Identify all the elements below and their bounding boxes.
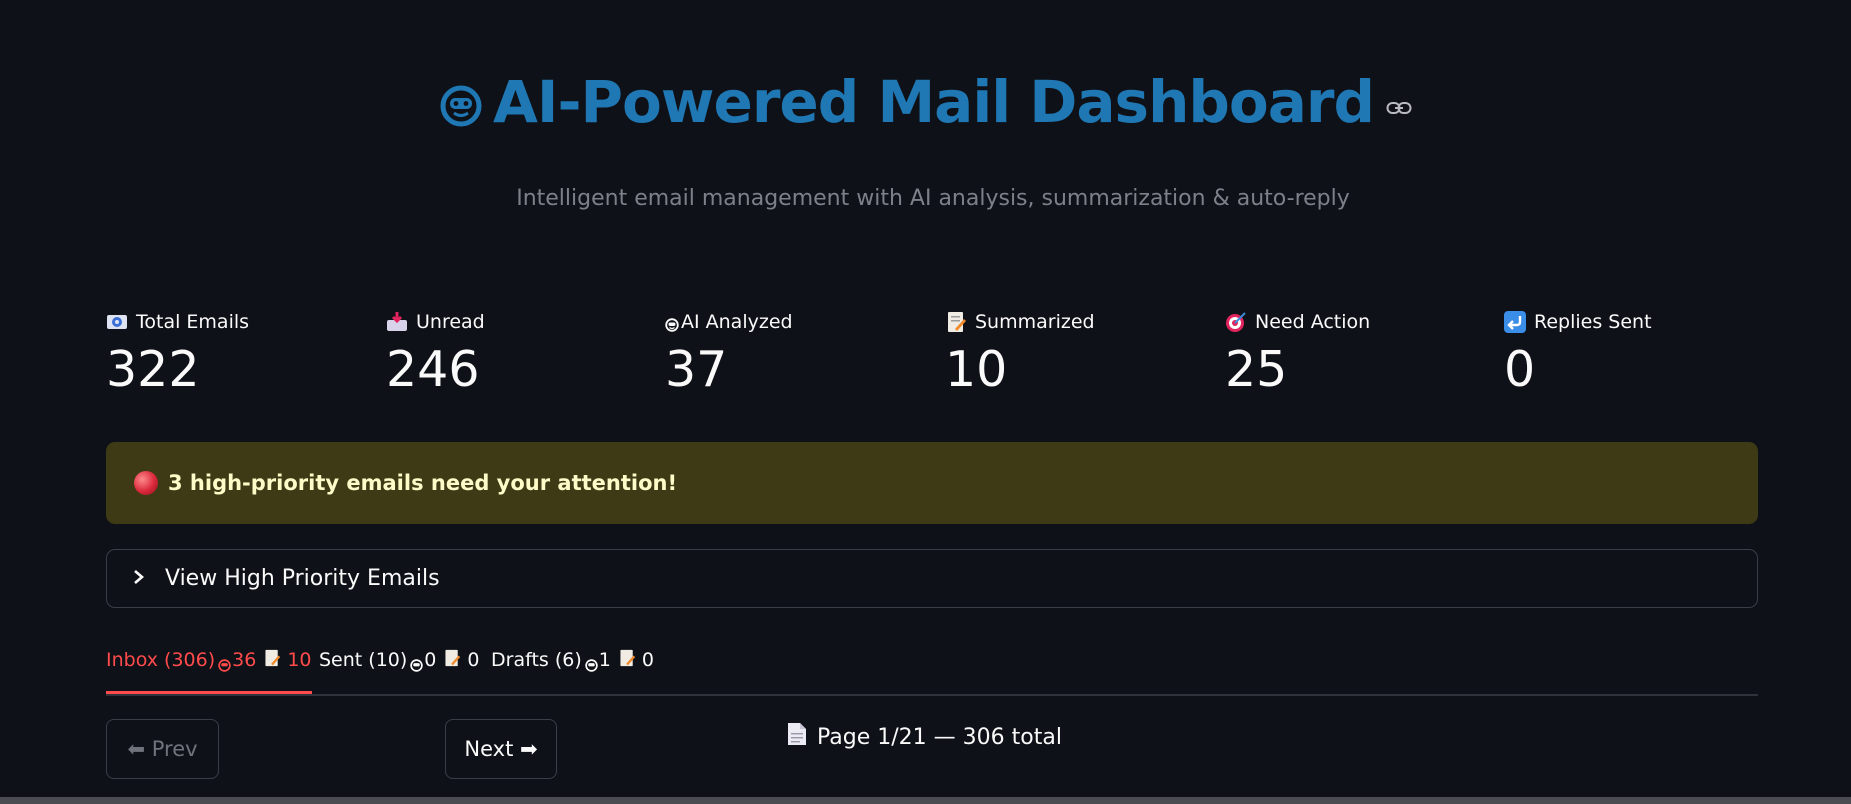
robot-icon <box>585 655 598 672</box>
metric-need-action: Need Action 25 <box>1225 308 1485 400</box>
page-title-row: AI-Powered Mail Dashboard <box>0 62 1851 142</box>
page-document-icon <box>787 722 807 752</box>
tab-label: Drafts (6) <box>491 649 582 671</box>
robot-icon <box>218 655 231 672</box>
inbox-tray-icon <box>386 311 408 333</box>
tab-label: Inbox (306) <box>106 649 216 671</box>
tab-label: Sent (10) <box>319 649 408 671</box>
tab-sent[interactable]: Sent (10) 0 0 <box>319 649 479 691</box>
chevron-right-icon <box>133 569 145 589</box>
expander-label: View High Priority Emails <box>165 566 440 591</box>
memo-icon <box>618 649 636 667</box>
prev-button-label: ⬅ Prev <box>127 737 198 761</box>
metric-label: Need Action <box>1255 311 1371 333</box>
robot-icon <box>410 655 424 672</box>
metric-unread: Unread 246 <box>386 308 646 400</box>
page-title: AI-Powered Mail Dashboard <box>493 68 1375 136</box>
metrics-row: Total Emails 322 Unread 246 AI Analyzed … <box>106 308 1806 408</box>
memo-icon <box>945 311 967 333</box>
metric-total-emails: Total Emails 322 <box>106 308 366 400</box>
metric-label: Replies Sent <box>1534 311 1652 333</box>
metric-value: 0 <box>1504 341 1536 398</box>
metric-replies-sent: Replies Sent 0 <box>1504 308 1764 400</box>
alert-text: 3 high-priority emails need your attenti… <box>168 471 678 495</box>
metric-label: AI Analyzed <box>681 311 793 333</box>
horizontal-scrollbar[interactable] <box>0 797 1851 804</box>
tab-analyzed-count: 0 <box>424 649 437 671</box>
metric-label: Total Emails <box>136 311 250 333</box>
page-indicator: Page 1/21 — 306 total <box>787 722 1062 752</box>
tab-analyzed-count: 36 <box>232 649 257 671</box>
metric-summarized: Summarized 10 <box>945 308 1205 400</box>
page-subtitle: Intelligent email management with AI ana… <box>516 186 1350 211</box>
target-icon <box>1225 311 1247 333</box>
robot-icon <box>439 74 483 142</box>
tab-summarized-count: 10 <box>287 649 312 671</box>
next-button-label: Next ➡ <box>464 737 538 761</box>
metric-value: 246 <box>386 341 480 398</box>
memo-icon <box>443 649 461 667</box>
metric-value: 10 <box>945 341 1008 398</box>
red-circle-icon <box>134 471 158 495</box>
next-page-button[interactable]: Next ➡ <box>445 719 557 779</box>
tab-summarized-count: 0 <box>467 649 480 671</box>
metric-value: 37 <box>665 341 728 398</box>
tab-analyzed-count: 1 <box>598 649 611 671</box>
high-priority-alert: 3 high-priority emails need your attenti… <box>106 442 1758 524</box>
high-priority-expander[interactable]: View High Priority Emails <box>106 549 1758 608</box>
anchor-link-icon[interactable] <box>1386 62 1412 130</box>
prev-page-button[interactable]: ⬅ Prev <box>106 719 219 779</box>
tab-drafts[interactable]: Drafts (6) 1 0 <box>491 649 654 691</box>
tab-inbox[interactable]: Inbox (306) 36 10 <box>106 649 312 694</box>
metric-value: 25 <box>1225 341 1288 398</box>
metric-ai-analyzed: AI Analyzed 37 <box>665 308 925 400</box>
reply-arrow-icon <box>1504 311 1526 333</box>
robot-icon <box>665 315 679 332</box>
memo-icon <box>263 649 281 667</box>
email-icon <box>106 311 128 333</box>
metric-label: Unread <box>416 311 485 333</box>
page-indicator-text: Page 1/21 — 306 total <box>817 724 1062 750</box>
metric-value: 322 <box>106 341 200 398</box>
dashboard-page: AI-Powered Mail Dashboard Intelligent em… <box>0 0 1851 804</box>
tab-summarized-count: 0 <box>641 649 654 671</box>
mailbox-tabs: Inbox (306) 36 10 Sent (10) 0 0 Drafts (… <box>106 645 1758 696</box>
metric-label: Summarized <box>975 311 1095 333</box>
